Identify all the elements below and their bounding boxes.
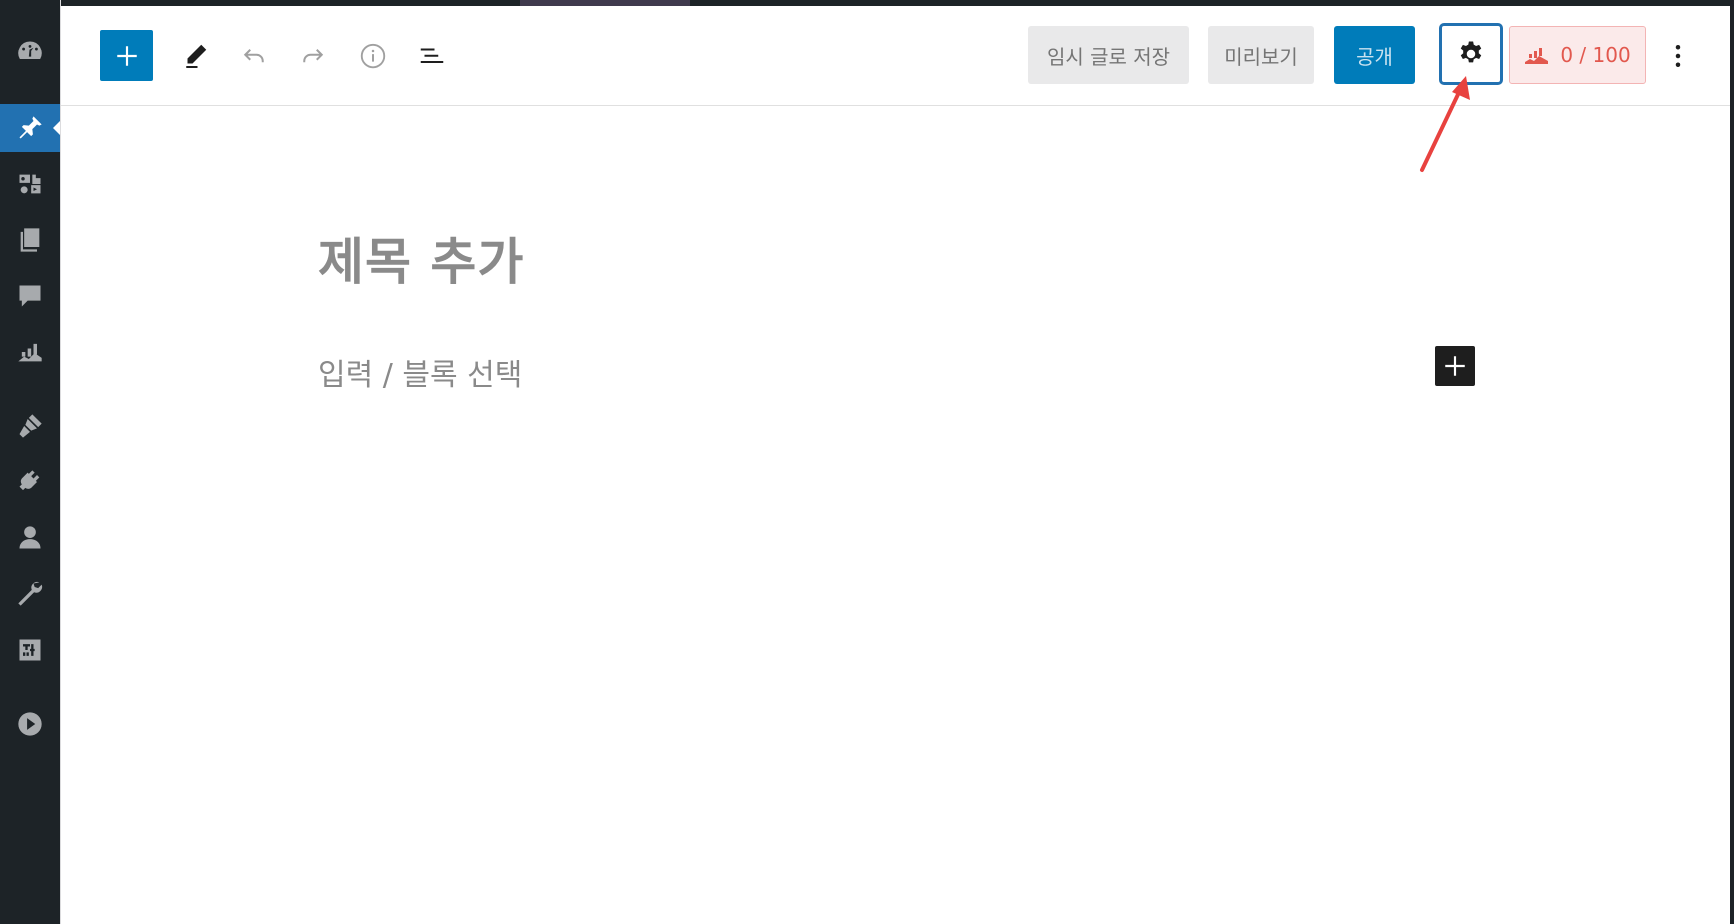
plus-icon [116, 45, 137, 66]
sidebar-item-dashboard[interactable] [0, 28, 60, 76]
appearance-icon [19, 414, 42, 438]
post-title-placeholder[interactable]: 제목 추가 [318, 222, 524, 294]
pin-icon [19, 116, 42, 139]
annotation-arrow [1420, 76, 1470, 172]
plus-icon [1445, 356, 1465, 376]
sidebar-item-pages[interactable] [0, 216, 60, 264]
pencil-icon [186, 44, 207, 68]
sidebar-item-plugins[interactable] [0, 458, 60, 506]
redo-icon [303, 49, 324, 63]
admin-sidebar [0, 0, 61, 924]
media-icon [19, 174, 41, 194]
save-draft-button[interactable]: 임시 글로 저장 [1028, 26, 1189, 84]
more-options-button[interactable] [1656, 34, 1700, 78]
pages-icon [20, 228, 40, 252]
sidebar-item-posts[interactable] [0, 104, 61, 152]
default-block-placeholder[interactable]: 입력 / 블록 선택 [318, 350, 522, 394]
editor-left-border [60, 0, 61, 924]
undo-icon [243, 49, 264, 63]
details-button[interactable] [351, 34, 395, 78]
tools-mode-button[interactable] [173, 34, 217, 78]
redo-button[interactable] [291, 34, 335, 78]
sidebar-item-users[interactable] [0, 514, 60, 562]
gear-icon [1460, 41, 1482, 63]
seo-chart-icon [1525, 48, 1549, 64]
block-inserter-toggle[interactable] [100, 30, 153, 81]
comments-icon [19, 285, 41, 307]
vertical-ellipsis-icon [1675, 45, 1681, 67]
analytics-icon [18, 343, 42, 362]
info-icon [360, 43, 386, 69]
play-icon [18, 712, 42, 736]
dashboard-icon [18, 41, 42, 59]
preview-button[interactable]: 미리보기 [1208, 26, 1314, 84]
sidebar-item-tools[interactable] [0, 570, 60, 618]
seo-score-button[interactable]: 0 / 100 [1509, 26, 1646, 84]
settings-icon [19, 639, 41, 661]
users-icon [19, 526, 41, 549]
plugins-icon [19, 470, 40, 491]
sidebar-item-media[interactable] [0, 160, 60, 208]
inline-block-inserter[interactable] [1435, 346, 1475, 386]
list-view-button[interactable] [410, 34, 454, 78]
list-view-icon [420, 48, 444, 63]
undo-button[interactable] [232, 34, 276, 78]
right-edge [1730, 0, 1734, 924]
sidebar-item-settings[interactable] [0, 626, 60, 674]
seo-score-text: 0 / 100 [1560, 43, 1631, 67]
sidebar-item-comments[interactable] [0, 272, 60, 320]
sidebar-item-appearance[interactable] [0, 402, 60, 450]
sidebar-item-video[interactable] [0, 700, 60, 748]
sidebar-item-analytics[interactable] [0, 328, 60, 376]
tools-icon [18, 581, 43, 606]
